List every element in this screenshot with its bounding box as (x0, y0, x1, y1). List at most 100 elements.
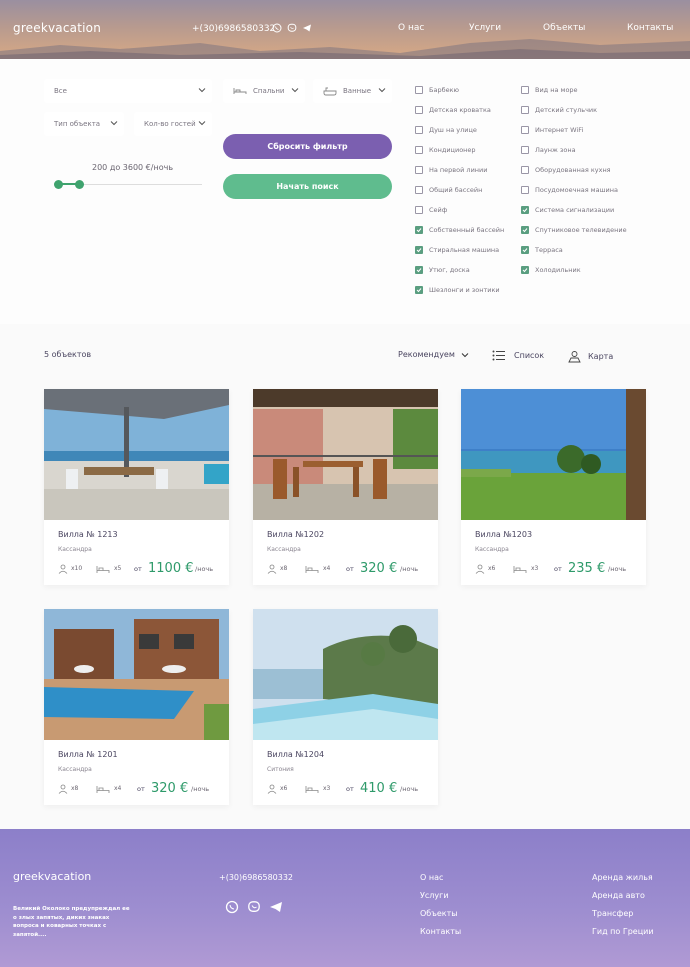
amenity-label: Интернет WiFi (535, 126, 584, 134)
amenity-checkbox[interactable]: Терраса (521, 246, 563, 254)
region-select[interactable]: Все (44, 79, 212, 103)
checkbox-checked[interactable] (521, 266, 529, 274)
amenity-checkbox[interactable]: Кондиционер (415, 146, 476, 154)
checkbox-checked[interactable] (415, 226, 423, 234)
sort-select[interactable]: Рекомендуем (398, 350, 469, 359)
list-icon (492, 350, 505, 361)
amenity-checkbox[interactable]: Общий бассейн (415, 186, 482, 194)
property-title[interactable]: Вилла №1202 (267, 530, 324, 539)
amenity-checkbox[interactable]: На первой линии (415, 166, 488, 174)
property-title[interactable]: Вилла №1204 (267, 750, 324, 759)
property-card[interactable]: Вилла № 1213 Кассандра x10 x5 от 1100 €/ночь (44, 389, 229, 585)
checkbox-unchecked[interactable] (521, 146, 529, 154)
property-photo[interactable] (253, 609, 438, 740)
amenity-checkbox[interactable]: Лаунж зона (521, 146, 576, 154)
property-photo[interactable] (461, 389, 646, 520)
bed-icon (305, 566, 319, 573)
checkbox-unchecked[interactable] (521, 86, 529, 94)
price-range-label: 200 до 3600 €/ночь (92, 163, 174, 172)
checkbox-unchecked[interactable] (415, 186, 423, 194)
property-card[interactable]: Вилла №1204 Ситония x6 x3 от 410 €/ночь (253, 609, 438, 805)
property-title[interactable]: Вилла № 1201 (58, 750, 118, 759)
footer-link-greece-guide[interactable]: Гид по Греции (592, 927, 654, 936)
viber-icon[interactable] (286, 22, 297, 33)
footer-link-services[interactable]: Услуги (420, 891, 449, 900)
amenity-checkbox[interactable]: Холодильник (521, 266, 581, 274)
checkbox-unchecked[interactable] (415, 206, 423, 214)
chevron-down-icon (198, 88, 206, 93)
telegram-icon[interactable] (269, 899, 283, 918)
header-phone[interactable]: +(30)6986580332 (192, 24, 275, 34)
checkbox-unchecked[interactable] (521, 126, 529, 134)
checkbox-checked[interactable] (415, 246, 423, 254)
map-view-button[interactable]: Карта (568, 350, 613, 363)
amenity-checkbox[interactable]: Барбекю (415, 86, 459, 94)
nav-properties[interactable]: Объекты (543, 23, 585, 33)
footer-link-housing-rental[interactable]: Аренда жилья (592, 873, 653, 882)
list-view-button[interactable]: Список (492, 350, 544, 361)
checkbox-unchecked[interactable] (521, 186, 529, 194)
footer-link-properties[interactable]: Объекты (420, 909, 458, 918)
price-unit: /ночь (191, 785, 210, 793)
amenity-checkbox[interactable]: Утюг, доска (415, 266, 470, 274)
checkbox-unchecked[interactable] (415, 126, 423, 134)
amenity-checkbox[interactable]: Оборудованная кухня (521, 166, 611, 174)
amenity-checkbox[interactable]: Детский стульчик (521, 106, 597, 114)
checkbox-unchecked[interactable] (521, 166, 529, 174)
property-type-select[interactable]: Тип объекта (44, 112, 124, 136)
property-card[interactable]: Вилла № 1201 Кассандра x8 x4 от 320 €/ночь (44, 609, 229, 805)
amenity-checkbox[interactable]: Душ на улице (415, 126, 477, 134)
footer-phone[interactable]: +(30)6986580332 (219, 873, 293, 882)
nav-services[interactable]: Услуги (469, 23, 501, 33)
property-photo[interactable] (44, 389, 229, 520)
checkbox-unchecked[interactable] (415, 166, 423, 174)
footer-link-transfer[interactable]: Трансфер (592, 909, 633, 918)
checkbox-checked[interactable] (415, 286, 423, 294)
footer-link-contacts[interactable]: Контакты (420, 927, 461, 936)
amenity-checkbox[interactable]: Детская кроватка (415, 106, 491, 114)
amenity-checkbox[interactable]: Стиральная машина (415, 246, 499, 254)
amenity-checkbox[interactable]: Интернет WiFi (521, 126, 583, 134)
checkbox-unchecked[interactable] (415, 86, 423, 94)
checkbox-unchecked[interactable] (521, 106, 529, 114)
checkbox-checked[interactable] (521, 226, 529, 234)
checkbox-checked[interactable] (521, 246, 529, 254)
property-photo[interactable] (44, 609, 229, 740)
price-slider-max-handle[interactable] (75, 180, 84, 189)
viber-icon[interactable] (247, 899, 261, 918)
property-photo[interactable] (253, 389, 438, 520)
bedrooms-select-value: Спальни (253, 87, 285, 95)
amenity-checkbox[interactable]: Собственный бассейн (415, 226, 504, 234)
footer-link-about[interactable]: О нас (420, 873, 443, 882)
amenity-label: Детский стульчик (535, 106, 598, 114)
bedrooms-select[interactable]: Спальни (223, 79, 305, 103)
amenity-checkbox[interactable]: Сейф (415, 206, 447, 214)
whatsapp-icon[interactable] (271, 22, 282, 33)
footer-logo[interactable]: greekvacation (13, 870, 91, 883)
amenity-checkbox[interactable]: Спутниковое телевидение (521, 226, 627, 234)
nav-contacts[interactable]: Контакты (627, 23, 673, 33)
property-title[interactable]: Вилла №1203 (475, 530, 532, 539)
start-search-button[interactable]: Начать поиск (223, 174, 392, 199)
guests-select[interactable]: Кол-во гостей (134, 112, 212, 136)
amenity-label: Стиральная машина (429, 246, 500, 254)
amenity-checkbox[interactable]: Посудомоечная машина (521, 186, 618, 194)
property-title[interactable]: Вилла № 1213 (58, 530, 118, 539)
amenity-checkbox[interactable]: Вид на море (521, 86, 578, 94)
price-slider-min-handle[interactable] (54, 180, 63, 189)
whatsapp-icon[interactable] (225, 899, 239, 918)
checkbox-unchecked[interactable] (415, 106, 423, 114)
telegram-icon[interactable] (301, 22, 312, 33)
checkbox-unchecked[interactable] (415, 146, 423, 154)
property-card[interactable]: Вилла №1203 Кассандра x6 x3 от 235 €/ночь (461, 389, 646, 585)
amenity-checkbox[interactable]: Система сигнализации (521, 206, 614, 214)
amenity-checkbox[interactable]: Шезлонги и зонтики (415, 286, 500, 294)
bathrooms-select[interactable]: Ванные (313, 79, 392, 103)
checkbox-checked[interactable] (415, 266, 423, 274)
reset-filter-button[interactable]: Сбросить фильтр (223, 134, 392, 159)
nav-about[interactable]: О нас (398, 23, 424, 33)
checkbox-checked[interactable] (521, 206, 529, 214)
property-card[interactable]: Вилла №1202 Кассандра x8 x4 от 320 €/ночь (253, 389, 438, 585)
site-logo[interactable]: greekvacation (13, 21, 101, 35)
footer-link-car-rental[interactable]: Аренда авто (592, 891, 645, 900)
